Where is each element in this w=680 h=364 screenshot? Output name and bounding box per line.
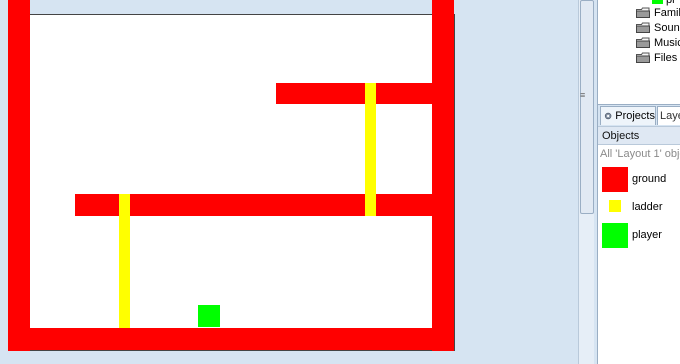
- tree-item-label: Files: [654, 51, 678, 64]
- object-item-player[interactable]: player: [602, 222, 662, 248]
- tree-item-files[interactable]: Files: [636, 50, 677, 65]
- folder-icon: [636, 52, 650, 63]
- projects-gear-icon: [604, 112, 612, 120]
- splitter-grip-icon[interactable]: ≡: [580, 91, 588, 101]
- vertical-scrollbar[interactable]: [578, 0, 594, 364]
- tab-layers-label: Laye: [660, 110, 680, 122]
- tree-item-families[interactable]: Famili: [636, 5, 680, 20]
- objects-panel-header: Objects: [598, 126, 680, 145]
- player-sprite[interactable]: [198, 305, 220, 327]
- player-tree-icon: [652, 0, 663, 4]
- ground-swatch: [602, 166, 628, 192]
- tree-item-label: Sound: [654, 21, 680, 34]
- player-swatch: [602, 222, 628, 248]
- ground-platform-upper[interactable]: [276, 83, 432, 104]
- object-item-label: player: [632, 229, 662, 241]
- canvas-top-margin: [0, 0, 454, 15]
- folder-icon: [636, 37, 650, 48]
- ground-wall-left[interactable]: [8, 0, 30, 351]
- ladder-swatch: [602, 194, 628, 220]
- object-item-label: ground: [632, 173, 667, 185]
- tab-layers[interactable]: Laye: [657, 106, 680, 125]
- scrollbar-thumb[interactable]: [580, 0, 594, 214]
- object-item-label: ladder: [632, 201, 663, 213]
- panel-tabs: Projects Laye: [598, 104, 680, 126]
- layout-canvas[interactable]: [8, 15, 455, 351]
- tree-item-label: Famili: [654, 6, 680, 19]
- ground-wall-right[interactable]: [432, 0, 454, 351]
- folder-icon: [636, 7, 650, 18]
- objects-filter-text: All 'Layout 1' obje: [600, 148, 680, 160]
- objects-header-label: Objects: [602, 129, 640, 142]
- ground-floor[interactable]: [8, 328, 454, 350]
- layout-editor-view[interactable]: [0, 0, 578, 364]
- tab-projects[interactable]: Projects: [600, 106, 656, 125]
- right-side-panel: pl Famili Sound Music Files Projects Lay…: [597, 0, 680, 364]
- tree-item-sounds[interactable]: Sound: [636, 20, 680, 35]
- tab-projects-label: Projects: [615, 110, 655, 122]
- object-item-ground[interactable]: ground: [602, 166, 666, 192]
- tree-item-label: Music: [654, 36, 680, 49]
- ladder-lower[interactable]: [119, 194, 130, 328]
- folder-icon: [636, 22, 650, 33]
- tree-item-music[interactable]: Music: [636, 35, 680, 50]
- object-item-ladder[interactable]: ladder: [602, 194, 663, 220]
- ladder-upper[interactable]: [365, 83, 376, 216]
